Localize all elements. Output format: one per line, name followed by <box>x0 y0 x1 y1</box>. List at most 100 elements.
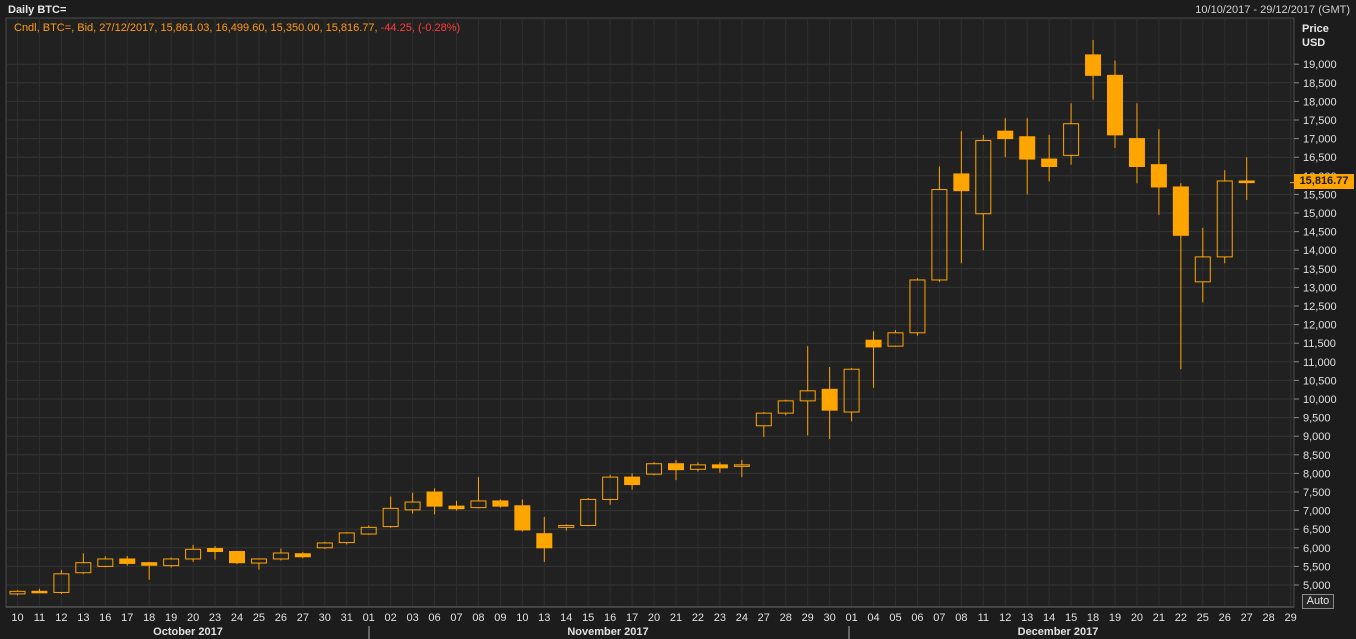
candle-body <box>1107 74 1123 136</box>
y-tick-label: 18,000 <box>1303 96 1337 108</box>
candle-body <box>448 505 465 510</box>
candle-body <box>668 463 684 471</box>
x-tick-label: 26 <box>1219 612 1231 624</box>
candle-body <box>514 505 531 531</box>
y-tick-label: 18,500 <box>1303 78 1337 90</box>
x-tick-label: 03 <box>406 612 418 624</box>
x-tick-label: 04 <box>867 612 879 624</box>
x-tick-label: 14 <box>1043 612 1055 624</box>
x-tick-label: 01 <box>363 612 375 624</box>
y-tick-label: 9,500 <box>1303 413 1331 425</box>
y-tick-label: 5,000 <box>1303 580 1331 592</box>
x-tick-label: 05 <box>889 612 901 624</box>
y-tick-label: 8,500 <box>1303 450 1331 462</box>
x-tick-label: 20 <box>187 612 199 624</box>
y-tick-label: 6,000 <box>1303 543 1331 555</box>
y-tick-label: 7,000 <box>1303 506 1331 518</box>
candle-body <box>821 388 838 411</box>
x-tick-label: 11 <box>34 612 45 624</box>
y-tick-label: 10,500 <box>1303 375 1337 387</box>
y-tick-label: 7,500 <box>1303 487 1331 499</box>
candle-body <box>1041 158 1058 167</box>
x-tick-label: 17 <box>626 612 638 624</box>
date-range: 10/10/2017 - 29/12/2017 (GMT) <box>1195 4 1350 16</box>
auto-scale-button[interactable]: Auto <box>1302 594 1334 609</box>
x-tick-label: 23 <box>714 612 726 624</box>
x-tick-label: 07 <box>933 612 945 624</box>
x-tick-label: 08 <box>955 612 967 624</box>
x-tick-label: 21 <box>670 612 682 624</box>
month-label: December 2017 <box>1018 626 1099 638</box>
x-tick-label: 27 <box>1241 612 1253 624</box>
x-tick-label: 28 <box>780 612 792 624</box>
candle-body <box>31 590 48 594</box>
x-tick-label: 25 <box>253 612 265 624</box>
y-tick-label: 9,000 <box>1303 431 1331 443</box>
x-tick-label: 29 <box>802 612 814 624</box>
x-tick-label: 22 <box>692 612 704 624</box>
y-tick-label: 12,500 <box>1303 301 1337 313</box>
x-tick-label: 18 <box>143 612 155 624</box>
candle-body <box>294 553 311 558</box>
y-tick-label: 12,000 <box>1303 320 1337 332</box>
x-tick-label: 20 <box>648 612 660 624</box>
x-tick-label: 15 <box>582 612 594 624</box>
x-tick-label: 06 <box>428 612 440 624</box>
candle-body <box>492 500 509 507</box>
y-tick-label: 6,500 <box>1303 524 1331 536</box>
month-label: November 2017 <box>567 626 648 638</box>
x-tick-label: 16 <box>99 612 111 624</box>
y-tick-label: 17,000 <box>1303 134 1337 146</box>
x-tick-label: 15 <box>1065 612 1077 624</box>
x-tick-label: 24 <box>231 612 243 624</box>
candle-legend: Cndl, BTC=, Bid, 27/12/2017, 15,861.03, … <box>14 22 460 34</box>
x-tick-label: 10 <box>516 612 528 624</box>
price-axis-label: Price USD <box>1302 22 1329 50</box>
x-tick-label: 29 <box>1284 612 1296 624</box>
x-tick-label: 12 <box>55 612 67 624</box>
x-tick-label: 19 <box>165 612 177 624</box>
y-tick-label: 13,000 <box>1303 282 1337 294</box>
x-tick-label: 02 <box>385 612 397 624</box>
candle-body <box>207 548 224 553</box>
x-tick-label: 27 <box>297 612 309 624</box>
legend-change: -44.25, (-0.28%) <box>380 22 461 34</box>
candle-body <box>119 558 136 564</box>
x-tick-label: 26 <box>275 612 287 624</box>
x-tick-label: 24 <box>736 612 748 624</box>
candle-body <box>997 130 1014 140</box>
y-tick-label: 17,500 <box>1303 115 1337 127</box>
y-tick-label: 13,500 <box>1303 264 1337 276</box>
candlestick-chart[interactable]: 5,000 5,500 6,000 6,500 7,000 7,500 8,000 8,500… <box>0 0 1356 639</box>
candle-body <box>229 551 245 564</box>
x-tick-label: 19 <box>1109 612 1121 624</box>
price-label-line2: USD <box>1302 37 1326 49</box>
y-tick-label: 8,000 <box>1303 468 1331 480</box>
x-tick-label: 18 <box>1087 612 1099 624</box>
x-tick-label: 28 <box>1263 612 1275 624</box>
candle-body <box>1150 164 1167 188</box>
y-tick-label: 10,000 <box>1303 394 1337 406</box>
y-tick-label: 14,500 <box>1303 227 1337 239</box>
candle-body <box>1128 138 1145 168</box>
x-tick-label: 01 <box>845 612 857 624</box>
price-label-line1: Price <box>1302 23 1329 35</box>
y-tick-label: 14,000 <box>1303 245 1337 257</box>
y-tick-label: 19,000 <box>1303 59 1337 71</box>
candle-body <box>1019 136 1036 160</box>
chart-window: 5,000 5,500 6,000 6,500 7,000 7,500 8,000 8,500… <box>0 0 1356 639</box>
x-tick-label: 13 <box>538 612 550 624</box>
x-tick-label: 23 <box>209 612 221 624</box>
x-tick-label: 12 <box>999 612 1011 624</box>
x-tick-label: 13 <box>1021 612 1033 624</box>
x-tick-label: 20 <box>1131 612 1143 624</box>
candle <box>492 499 509 508</box>
x-tick-label: 30 <box>319 612 331 624</box>
x-tick-label: 31 <box>341 612 353 624</box>
x-tick-label: 06 <box>911 612 923 624</box>
x-tick-label: 16 <box>604 612 616 624</box>
month-label: October 2017 <box>153 626 223 638</box>
y-tick-label: 15,500 <box>1303 189 1337 201</box>
x-tick-label: 09 <box>494 612 506 624</box>
x-tick-label: 25 <box>1197 612 1209 624</box>
